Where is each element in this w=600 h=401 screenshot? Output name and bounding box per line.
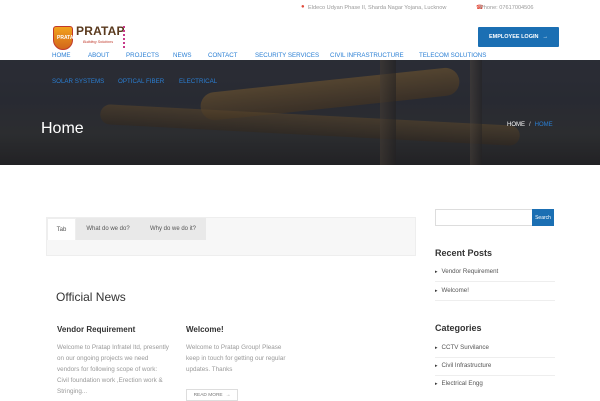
nav-item-optical-fiber[interactable]: OPTICAL FIBER bbox=[118, 78, 164, 85]
nav-item-news[interactable]: NEWS bbox=[173, 52, 192, 59]
breadcrumb: HOME / HOME bbox=[507, 122, 553, 128]
nav-item-contact[interactable]: CONTACT bbox=[208, 52, 237, 59]
official-news-heading: Official News bbox=[56, 290, 126, 304]
breadcrumb-separator: / bbox=[529, 122, 531, 128]
nav-item-projects[interactable]: PROJECTS bbox=[126, 52, 159, 59]
divider bbox=[435, 357, 555, 358]
tab-tab[interactable]: Tab bbox=[47, 218, 76, 240]
address-text: Eldeco Udyan Phase II, Sharda Nagar Yoja… bbox=[308, 5, 447, 11]
nav-item-electrical[interactable]: ELECTRICAL bbox=[179, 78, 217, 85]
employee-login-button[interactable]: EMPLOYEE LOGIN → bbox=[478, 27, 559, 47]
logo-tagline: Building Solutions bbox=[83, 40, 114, 44]
tab-panel: Tab What do we do? Why do we do it? bbox=[46, 217, 416, 256]
logo-divider bbox=[123, 26, 125, 48]
nav-item-home[interactable]: HOME bbox=[52, 52, 71, 59]
employee-login-label: EMPLOYEE LOGIN bbox=[488, 34, 539, 40]
site-logo[interactable]: PRATAP PRATAP Building Solutions bbox=[53, 24, 128, 52]
location-pin-icon: ● bbox=[301, 4, 305, 10]
read-more-label: READ MORE bbox=[193, 392, 223, 398]
arrow-right-icon: → bbox=[542, 34, 549, 40]
tab-what-do-we-do[interactable]: What do we do? bbox=[76, 218, 140, 240]
news-card-text: Welcome to Pratap Infratel ltd, presentl… bbox=[57, 344, 169, 395]
search-input[interactable] bbox=[435, 209, 533, 226]
nav-item-civil-infrastructure[interactable]: CIVIL INFRASTRUCTURE bbox=[330, 52, 404, 59]
nav-item-about[interactable]: ABOUT bbox=[88, 52, 109, 59]
recent-posts-heading: Recent Posts bbox=[435, 248, 493, 258]
phone-text: Phone: 07617004506 bbox=[480, 5, 534, 11]
breadcrumb-current: HOME bbox=[534, 122, 553, 128]
nav-item-solar-systems[interactable]: SOLAR SYSTEMS bbox=[52, 78, 104, 85]
news-card-text: Welcome to Pratap Group! Please keep in … bbox=[186, 344, 286, 373]
divider bbox=[435, 281, 555, 282]
divider bbox=[435, 300, 555, 301]
news-card: Vendor Requirement Welcome to Pratap Inf… bbox=[57, 325, 169, 397]
nav-item-telecom-solutions[interactable]: TELECOM SOLUTIONS bbox=[419, 52, 486, 59]
news-card-title[interactable]: Welcome! bbox=[186, 325, 294, 334]
page-title: Home bbox=[41, 120, 84, 137]
category-link[interactable]: Civil Infrastructure bbox=[435, 362, 492, 369]
divider bbox=[435, 375, 555, 376]
category-link[interactable]: CCTV Survilance bbox=[435, 344, 489, 351]
news-card: Welcome! Welcome to Pratap Group! Please… bbox=[186, 325, 294, 375]
top-bar: ● Eldeco Udyan Phase II, Sharda Nagar Yo… bbox=[0, 0, 600, 16]
search-button[interactable]: Search bbox=[532, 209, 554, 226]
news-card-title[interactable]: Vendor Requirement bbox=[57, 325, 169, 334]
logo-shield-icon: PRATAP bbox=[53, 26, 77, 50]
hero-banner bbox=[0, 60, 600, 165]
tab-why-do-we-do-it[interactable]: Why do we do it? bbox=[140, 218, 206, 240]
read-more-button[interactable]: READ MORE → bbox=[186, 389, 238, 401]
categories-heading: Categories bbox=[435, 323, 482, 333]
breadcrumb-home-link[interactable]: HOME bbox=[507, 122, 525, 128]
nav-item-security-services[interactable]: SECURITY SERVICES bbox=[255, 52, 319, 59]
logo-brand-text: PRATAP bbox=[76, 24, 125, 38]
recent-post-link[interactable]: Welcome! bbox=[435, 287, 469, 294]
recent-post-link[interactable]: Vendor Requirement bbox=[435, 268, 499, 275]
arrow-right-icon: → bbox=[225, 392, 231, 398]
category-link[interactable]: Electrical Engg bbox=[435, 380, 483, 387]
